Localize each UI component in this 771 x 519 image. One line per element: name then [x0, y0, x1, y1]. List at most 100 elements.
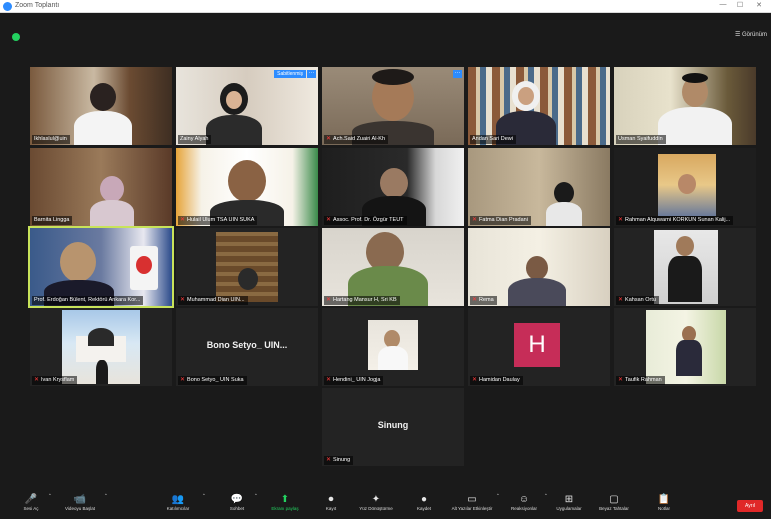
participant-tile[interactable]: ✕ Rahman Alquwarni KORKUN Sunan Kalij...: [614, 148, 756, 226]
participant-figure: [658, 107, 732, 145]
participant-tile[interactable]: ✕ Taufik Rahman: [614, 308, 756, 386]
participant-name: ✕ Fatma Dian Pradani: [470, 216, 531, 225]
participant-figure: [96, 360, 108, 384]
participant-figure: [100, 176, 124, 202]
participant-figure: [60, 242, 96, 282]
shield-icon[interactable]: [12, 33, 20, 41]
participant-name: ✕ Assoc. Prof. Dr. Özgür TEUT: [324, 216, 407, 225]
participant-name: Andan Sari Dewi: [470, 135, 516, 144]
participant-tile[interactable]: Ikhlaslul@uin: [30, 67, 172, 145]
window-titlebar: Zoom Toplantı — ☐ ✕: [0, 0, 771, 13]
start-video-button[interactable]: 📹 Videoyu Başlat: [58, 493, 102, 511]
participant-figure: [678, 174, 696, 194]
participant-tile[interactable]: Prof. Erdoğan Bülent, Rektörü Ankara Kor…: [28, 226, 174, 308]
captions-button[interactable]: ▭ Alt Yazılar Etkinleştir: [446, 493, 498, 511]
chevron-up-icon[interactable]: ⌃: [104, 493, 108, 499]
notes-icon: 📋: [657, 494, 671, 505]
mic-muted-icon: ✕: [472, 297, 478, 303]
record-button[interactable]: ⏺ Kayıt: [318, 493, 344, 511]
participant-video: [216, 232, 278, 302]
close-button[interactable]: ✕: [753, 1, 765, 9]
chat-button[interactable]: 💬 Sohbet: [222, 493, 252, 511]
mic-muted-icon: ✕: [180, 377, 186, 383]
participant-figure: [90, 83, 116, 111]
participant-tile[interactable]: H ✕ Hamidan Daulay: [468, 308, 610, 386]
chevron-up-icon[interactable]: ⌃: [48, 493, 52, 499]
participant-name: ✕ Bono Setyo_ UIN Suka: [178, 376, 247, 385]
participant-display-name: Sinung: [377, 420, 409, 430]
participant-figure: [668, 256, 702, 302]
participant-tile[interactable]: ✕ Fatma Dian Pradani: [468, 148, 610, 226]
participant-video: [468, 148, 610, 226]
participant-tile[interactable]: ✕ Assoc. Prof. Dr. Özgür TEUT: [322, 148, 464, 226]
more-options-icon[interactable]: ···: [453, 70, 462, 78]
participant-name: ✕ Sinung: [324, 456, 354, 465]
participant-name: ✕ Ach.Said Zuairi Al-Kh: [324, 135, 388, 144]
participant-tile[interactable]: ✕ Hendini_ UIN Jogja: [322, 308, 464, 386]
participant-name: ✕ Hamidan Daulay: [470, 376, 523, 385]
participant-name: ✕ Rema: [470, 296, 497, 305]
participant-figure: [226, 91, 242, 109]
chevron-up-icon[interactable]: ⌃: [544, 493, 548, 499]
mic-muted-icon: ✕: [326, 457, 332, 463]
record-icon: ⏺: [328, 494, 334, 505]
participant-name: ✕ Hulail Ulum TSA UIN SUKA: [178, 216, 258, 225]
mic-muted-icon: ✕: [326, 297, 332, 303]
participants-icon: 👥: [171, 494, 185, 505]
chevron-up-icon[interactable]: ⌃: [202, 493, 206, 499]
participant-display-name: Bono Setyo_ UIN...: [206, 340, 288, 350]
chevron-up-icon[interactable]: ⌃: [254, 493, 258, 499]
participant-tile[interactable]: Bono Setyo_ UIN... ✕ Bono Setyo_ UIN Suka: [176, 308, 318, 386]
participant-tile[interactable]: ··· ✕ Ach.Said Zuairi Al-Kh: [322, 67, 464, 145]
share-screen-button[interactable]: ⬆ Ekranı paylaş: [266, 493, 304, 511]
apps-button[interactable]: ⊞ Uygulamalar: [552, 493, 586, 511]
pinned-badge: Sabitlenmiş: [274, 70, 306, 78]
mute-button[interactable]: 🎤 Sesi Aç: [18, 493, 44, 511]
reactions-button[interactable]: ☺ Reaksiyonlar: [506, 493, 542, 511]
leave-button[interactable]: Ayrıl: [737, 500, 763, 512]
participant-name: Ikhlaslul@uin: [32, 135, 70, 144]
participants-button[interactable]: 👥 Katılımcılar: [160, 493, 196, 511]
maximize-button[interactable]: ☐: [734, 1, 746, 9]
participant-figure: [682, 73, 708, 83]
participant-name: ✕ Rahman Alquwarni KORKUN Sunan Kalij...: [616, 216, 734, 225]
microphone-icon: 🎤: [24, 494, 38, 505]
participant-figure: [508, 278, 566, 306]
save-button[interactable]: ● Kaydet: [410, 493, 438, 511]
participant-tile[interactable]: ✕ Ivan Krysflam: [30, 308, 172, 386]
participant-figure: [206, 115, 262, 145]
participant-tile[interactable]: Sinung ✕ Sinung: [322, 388, 464, 466]
participant-tile[interactable]: Andan Sari Dewi: [468, 67, 610, 145]
participant-tile[interactable]: Usman Syaifuddin: [614, 67, 756, 145]
participant-tile[interactable]: ✕ Muhammad Dian UIN...: [176, 228, 318, 306]
mic-muted-icon: ✕: [180, 297, 186, 303]
apps-icon: ⊞: [564, 494, 574, 505]
participant-figure: [546, 202, 582, 226]
face-filter-button[interactable]: ✦ Yüz Dönüştürme: [354, 493, 398, 511]
zoom-logo-icon: [3, 2, 12, 11]
participant-tile[interactable]: ✕ Kahsan Ortu: [614, 228, 756, 306]
participant-name: Prof. Erdoğan Bülent, Rektörü Ankara Kor…: [32, 296, 144, 305]
more-options-icon[interactable]: ···: [307, 70, 316, 78]
participant-tile[interactable]: Sabitlenmiş ··· Zainy Alyah: [176, 67, 318, 145]
mic-muted-icon: ✕: [34, 377, 40, 383]
participant-tile[interactable]: ✕ Rema: [468, 228, 610, 306]
view-button[interactable]: ☰ Görünüm: [735, 31, 767, 38]
participant-name: ✕ Ivan Krysflam: [32, 376, 78, 385]
participant-tile[interactable]: ✕ Hulail Ulum TSA UIN SUKA: [176, 148, 318, 226]
participant-tile[interactable]: ✕ Hartang Mansur H, Sri KB: [322, 228, 464, 306]
notes-button[interactable]: 📋 Notlar: [650, 493, 678, 511]
participant-name: ✕ Hendini_ UIN Jogja: [324, 376, 384, 385]
mosque-image: [88, 328, 114, 346]
participant-figure: [74, 111, 132, 145]
participant-tile[interactable]: Barnita Lingga: [30, 148, 172, 226]
chevron-up-icon[interactable]: ⌃: [496, 493, 500, 499]
minimize-button[interactable]: —: [717, 1, 729, 8]
mic-muted-icon: ✕: [472, 217, 478, 223]
smiley-icon: ☺: [518, 494, 530, 505]
share-screen-icon: ⬆: [280, 494, 290, 505]
participant-figure: [676, 236, 694, 256]
participant-name: ✕ Hartang Mansur H, Sri KB: [324, 296, 400, 305]
whiteboards-button[interactable]: ▢ Beyaz Tahtalar: [596, 493, 632, 511]
participant-figure: [554, 182, 574, 204]
